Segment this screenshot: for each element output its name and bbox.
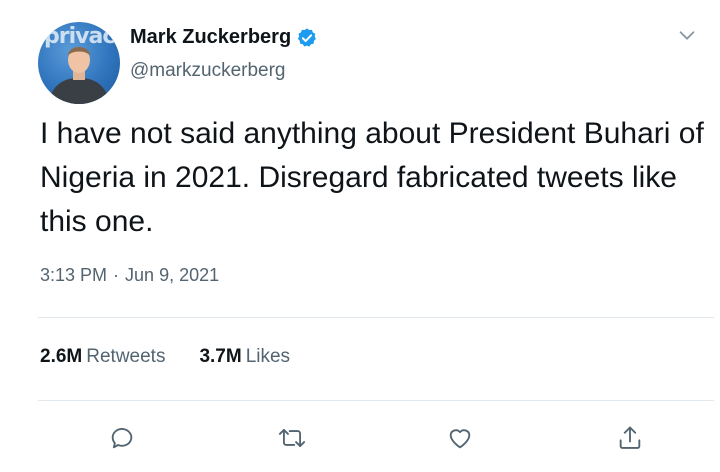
retweets-stat[interactable]: 2.6M Retweets [40,346,165,368]
likes-label: Likes [245,346,291,367]
share-icon[interactable] [610,418,650,458]
likes-count: 3.7M [199,346,242,367]
user-handle[interactable]: @markzuckerberg [130,60,286,82]
tweet-time[interactable]: 3:13 PM [40,265,107,286]
display-name[interactable]: Mark Zuckerberg [130,26,291,49]
retweet-icon[interactable] [272,418,312,458]
verified-badge-icon [296,27,318,49]
tweet-date[interactable]: Jun 9, 2021 [125,265,219,286]
divider-bottom [38,400,714,401]
author-name-row: Mark Zuckerberg [130,26,318,49]
engagement-stats: 2.6M Retweets 3.7M Likes [40,346,290,368]
avatar[interactable]: privac [38,22,120,104]
more-options-chevron-down-icon[interactable] [672,20,702,50]
retweets-label: Retweets [86,346,166,367]
action-bar [0,418,720,458]
tweet-text: I have not said anything about President… [40,117,704,238]
divider-top [38,317,714,318]
like-icon[interactable] [440,418,480,458]
tweet-timestamp: 3:13 PM · Jun 9, 2021 [40,265,219,286]
tweet-card: privac Mark Zuckerberg @markzuckerberg I… [0,0,720,472]
avatar-logo-text: privac [44,24,115,49]
retweets-count: 2.6M [40,346,83,367]
reply-icon[interactable] [102,418,142,458]
likes-stat[interactable]: 3.7M Likes [199,346,290,368]
timestamp-separator: · [113,265,120,285]
